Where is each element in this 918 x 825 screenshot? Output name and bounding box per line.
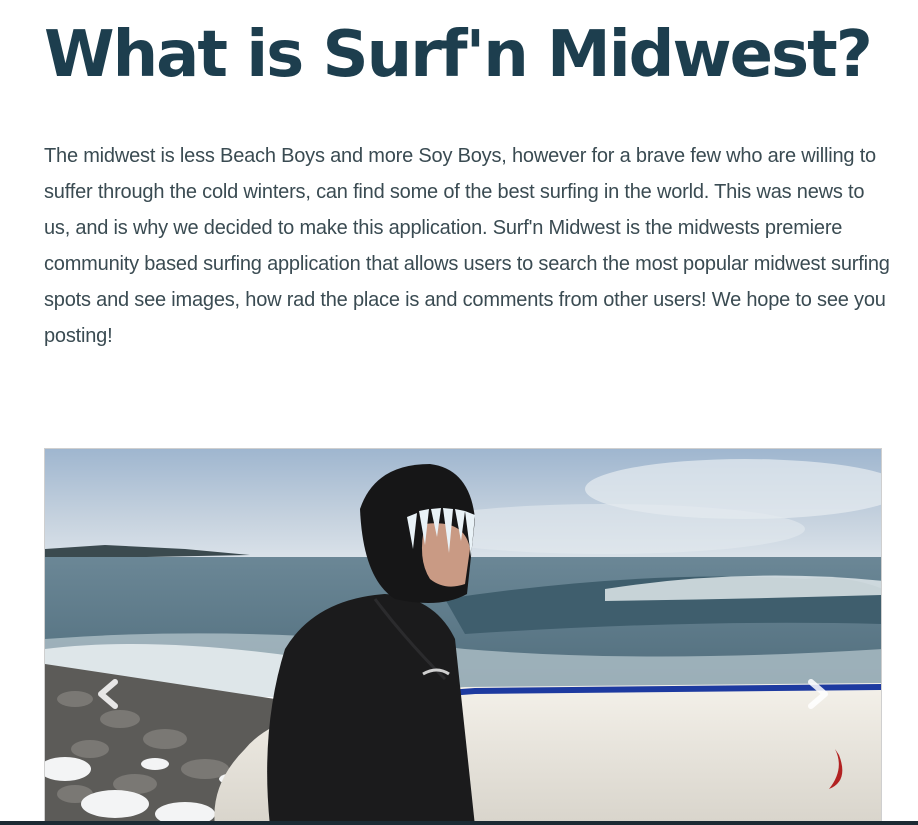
carousel-prev-button[interactable]	[89, 674, 129, 714]
about-page: What is Surf'n Midwest? The midwest is l…	[0, 0, 918, 825]
chevron-left-icon	[98, 679, 118, 709]
intro-paragraph: The midwest is less Beach Boys and more …	[44, 145, 890, 347]
image-carousel[interactable]	[44, 448, 882, 825]
carousel-slide-image	[45, 449, 881, 824]
chevron-right-icon	[808, 679, 828, 709]
page-title: What is Surf'n Midwest?	[44, 18, 873, 92]
carousel-next-button[interactable]	[797, 674, 837, 714]
bottom-bar	[0, 821, 918, 825]
